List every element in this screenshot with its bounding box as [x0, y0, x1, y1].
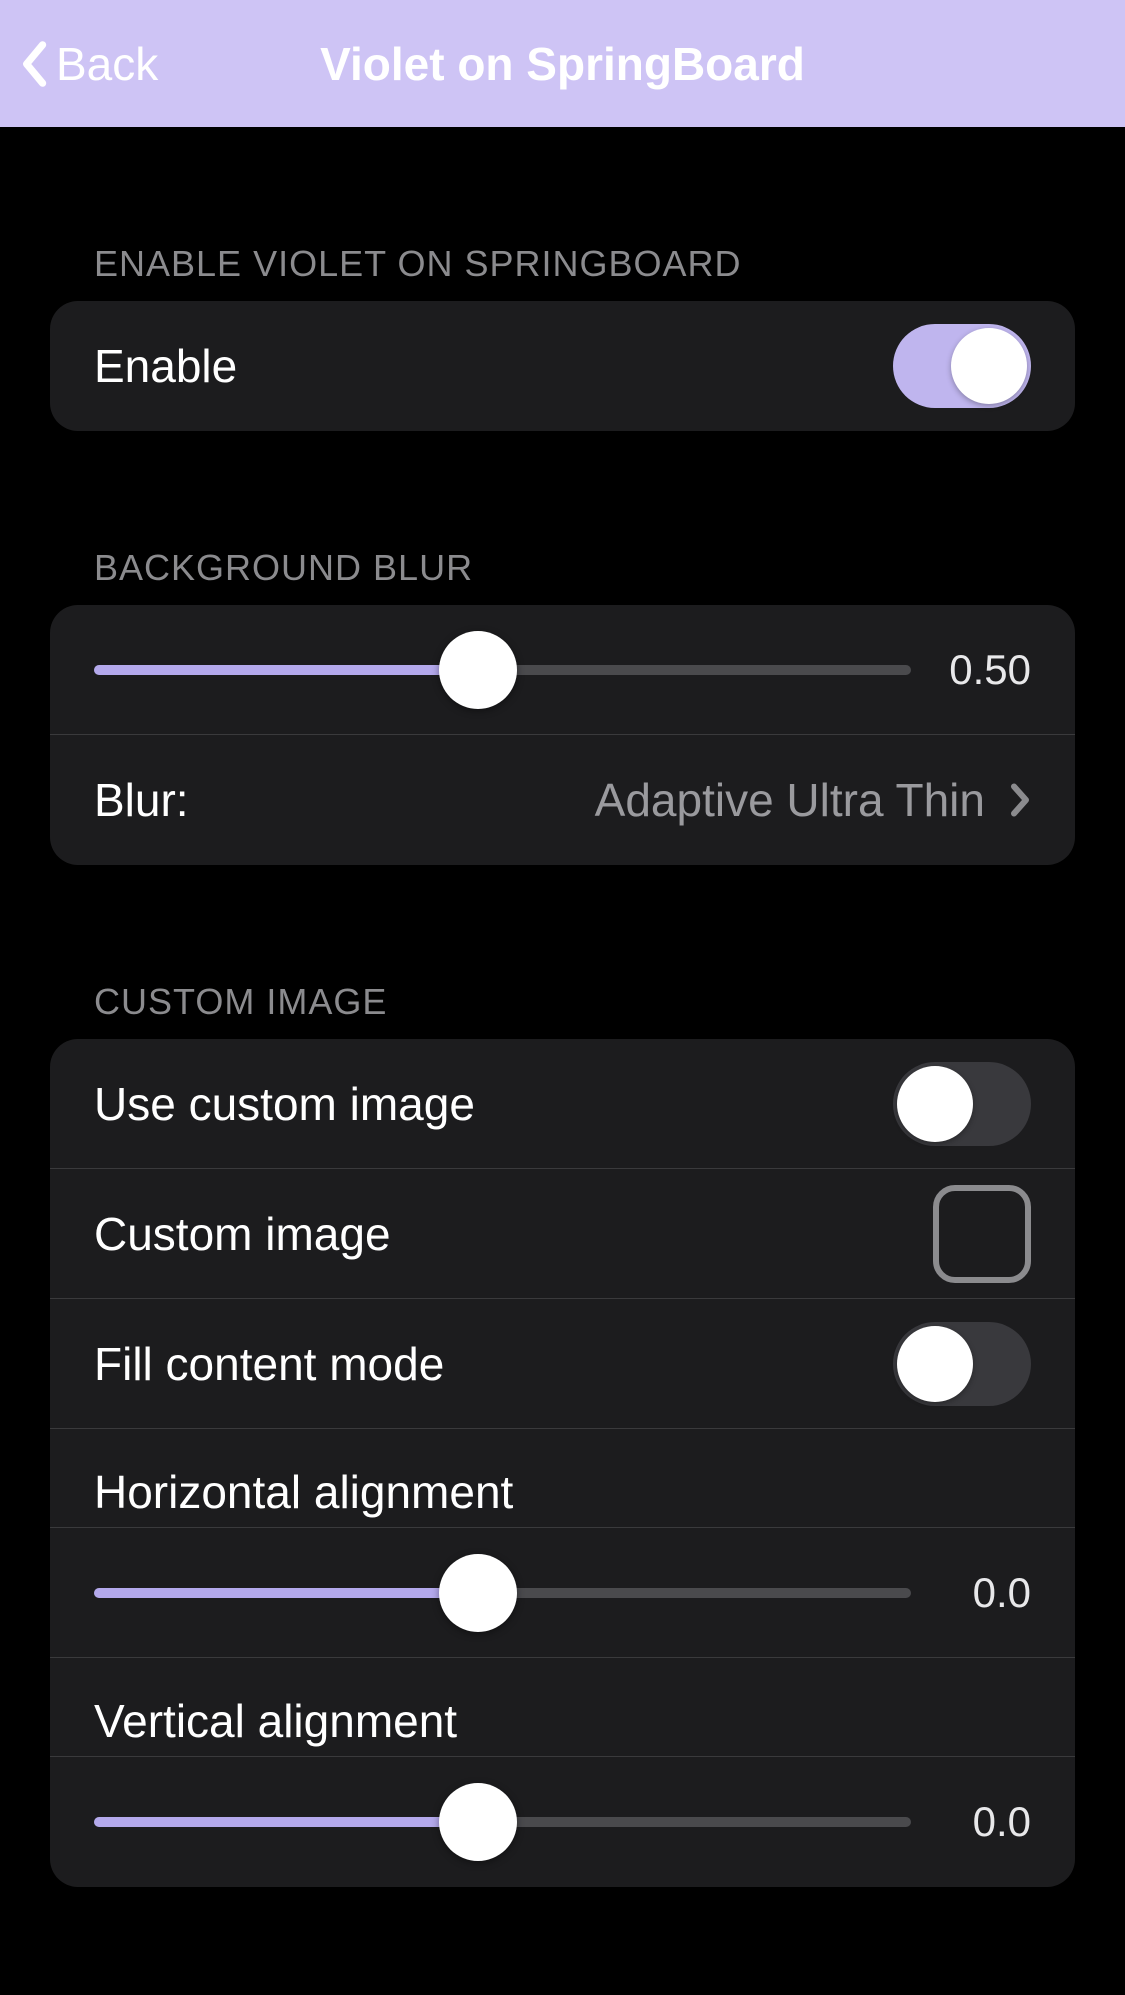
row-enable: Enable — [50, 301, 1075, 431]
fill-mode-label: Fill content mode — [94, 1337, 444, 1391]
row-h-align-slider: 0.0 — [50, 1528, 1075, 1658]
toggle-knob — [951, 328, 1027, 404]
blur-type-label: Blur: — [94, 773, 189, 827]
v-align-label: Vertical alignment — [94, 1694, 1031, 1748]
row-fill-mode: Fill content mode — [50, 1299, 1075, 1429]
card-custom: Use custom image Custom image Fill conte… — [50, 1039, 1075, 1887]
image-thumbnail-icon — [933, 1185, 1031, 1283]
v-align-slider[interactable] — [94, 1782, 911, 1862]
chevron-left-icon — [18, 40, 48, 88]
fill-mode-toggle[interactable] — [893, 1322, 1031, 1406]
toggle-knob — [897, 1326, 973, 1402]
chevron-right-icon — [1009, 782, 1031, 818]
navbar: Back Violet on SpringBoard — [0, 0, 1125, 127]
h-align-value: 0.0 — [941, 1569, 1031, 1617]
row-use-custom: Use custom image — [50, 1039, 1075, 1169]
back-label: Back — [56, 37, 158, 91]
v-align-value: 0.0 — [941, 1798, 1031, 1846]
blur-slider-value: 0.50 — [941, 646, 1031, 694]
toggle-knob — [897, 1066, 973, 1142]
card-blur: 0.50 Blur: Adaptive Ultra Thin — [50, 605, 1075, 865]
row-v-align-slider: 0.0 — [50, 1757, 1075, 1887]
enable-toggle[interactable] — [893, 324, 1031, 408]
page-title: Violet on SpringBoard — [320, 37, 805, 91]
h-align-slider[interactable] — [94, 1553, 911, 1633]
section-header-enable: Enable Violet on SpringBoard — [50, 243, 1075, 301]
back-button[interactable]: Back — [0, 37, 158, 91]
row-h-align-label: Horizontal alignment — [50, 1429, 1075, 1528]
custom-image-label: Custom image — [94, 1207, 391, 1261]
card-enable: Enable — [50, 301, 1075, 431]
blur-type-value: Adaptive Ultra Thin — [595, 773, 985, 827]
enable-label: Enable — [94, 339, 237, 393]
row-custom-image[interactable]: Custom image — [50, 1169, 1075, 1299]
blur-slider[interactable] — [94, 630, 911, 710]
row-v-align-label: Vertical alignment — [50, 1658, 1075, 1757]
row-blur-type[interactable]: Blur: Adaptive Ultra Thin — [50, 735, 1075, 865]
section-header-custom: Custom Image — [50, 981, 1075, 1039]
use-custom-toggle[interactable] — [893, 1062, 1031, 1146]
section-header-blur: Background Blur — [50, 547, 1075, 605]
h-align-label: Horizontal alignment — [94, 1465, 1031, 1519]
use-custom-label: Use custom image — [94, 1077, 475, 1131]
row-blur-slider: 0.50 — [50, 605, 1075, 735]
